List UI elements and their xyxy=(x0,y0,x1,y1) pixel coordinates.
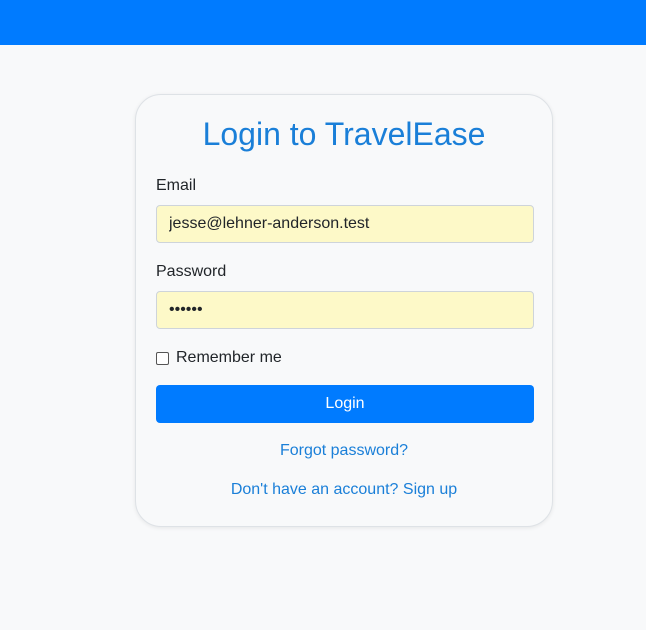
login-card: Login to TravelEase Email Password Remem… xyxy=(135,94,553,527)
page-title: Login to TravelEase xyxy=(202,116,486,152)
login-button[interactable]: Login xyxy=(156,385,534,423)
forgot-password-link[interactable]: Forgot password? xyxy=(136,441,552,461)
password-label: Password xyxy=(156,263,227,280)
signup-link[interactable]: Don't have an account? Sign up xyxy=(136,480,552,500)
email-label: Email xyxy=(156,177,197,194)
remember-me-label[interactable]: Remember me xyxy=(176,349,282,367)
remember-me-checkbox[interactable] xyxy=(156,351,169,365)
email-field[interactable] xyxy=(156,205,534,243)
remember-me-row[interactable]: Remember me xyxy=(156,348,282,368)
password-field[interactable] xyxy=(156,291,534,329)
top-navbar xyxy=(0,0,646,45)
